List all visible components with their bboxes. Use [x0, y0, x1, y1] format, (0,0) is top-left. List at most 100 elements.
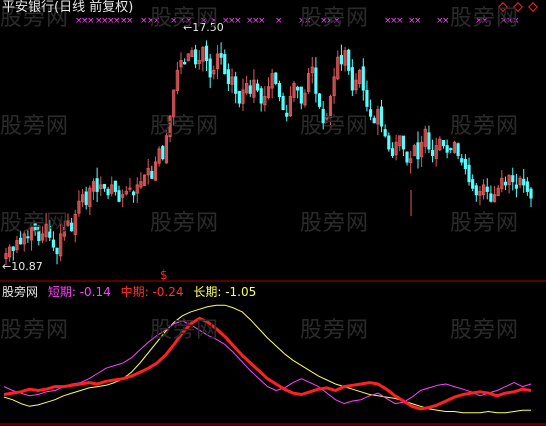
candle-body [339, 55, 344, 65]
candle-body [485, 186, 489, 192]
signal-marker: × [304, 16, 312, 26]
candle-body [281, 95, 285, 111]
candle-body [84, 191, 88, 206]
candle-body [372, 117, 376, 124]
candle-body [441, 140, 446, 147]
signal-marker: × [442, 16, 450, 26]
candle-body [204, 45, 209, 62]
candle-body [48, 225, 52, 238]
signal-marker: × [234, 16, 242, 26]
candle-body [285, 112, 289, 117]
candle-body [113, 180, 117, 192]
short-term-line [3, 320, 532, 405]
candle-body [277, 83, 282, 98]
candle-body [226, 69, 230, 84]
signal-marker: × [333, 16, 341, 26]
candle-body [55, 247, 59, 255]
diamond-icon [528, 2, 538, 12]
candle-body [489, 193, 493, 202]
candle-body [95, 178, 99, 192]
candle-body [117, 190, 121, 202]
candle-body [259, 88, 263, 104]
signal-marker: × [87, 16, 95, 26]
candle-body [514, 184, 519, 189]
candle-body [18, 237, 23, 245]
candle-body [274, 72, 278, 84]
candle-body [416, 142, 420, 160]
candle-body [132, 191, 136, 196]
short-term-label: 短期: -0.14 [47, 285, 111, 299]
candle-body [383, 129, 387, 137]
signal-marker: × [200, 16, 208, 26]
candle-body [427, 132, 431, 150]
candle-body [106, 188, 110, 196]
chart-title: 平安银行(日线 前复权) [2, 0, 134, 15]
candle-body [467, 164, 471, 183]
candle-body [299, 86, 303, 104]
candle-body [237, 90, 241, 104]
candle-body [430, 150, 435, 156]
candle-body [234, 76, 238, 94]
candle-body [128, 187, 132, 190]
candle-body [219, 53, 223, 58]
signal-marker: × [275, 16, 283, 26]
candle-body [401, 135, 405, 150]
candle-body [51, 239, 55, 248]
candle-body [150, 170, 154, 179]
candle-body [522, 178, 526, 186]
signal-marker: × [170, 16, 178, 26]
candle-body [390, 148, 395, 156]
candle-body [317, 93, 322, 107]
signal-marker: × [512, 16, 520, 26]
candle-body [449, 148, 453, 151]
candle-body [161, 146, 165, 160]
chart-window: ←17.50 ←10.87 × × × × × × × × × × × × × × × × × × × × × × × × × × × ×… [0, 0, 546, 426]
chart-canvas: ←17.50←10.87××× ×××× ×× × ×× × × × × × ××× ××× × ×× ××… [0, 2, 546, 425]
candle-body [37, 226, 41, 242]
candle-body [463, 158, 467, 170]
candle-body [102, 183, 107, 189]
candle-body [26, 236, 30, 239]
candle-body [314, 67, 318, 94]
long-term-label: 长期: -1.05 [193, 285, 257, 299]
candle-body [361, 66, 365, 91]
candle-body [529, 188, 533, 199]
candle-body [456, 143, 460, 156]
signal-marker: × [153, 16, 161, 26]
candle-body [471, 179, 475, 189]
candle-body [387, 135, 391, 150]
candle-body [405, 151, 409, 163]
signal-marker: × [481, 16, 489, 26]
candle-body [248, 85, 252, 94]
diamond-icon [498, 2, 508, 12]
candle-body [183, 61, 187, 65]
mid-term-label: 中期: -0.24 [120, 285, 184, 299]
candle-body [255, 83, 260, 91]
candle-body [460, 158, 464, 163]
candle-body [474, 185, 478, 196]
indicator-bar: 股旁网 短期: -0.14 中期: -0.24 长期: -1.05 [2, 285, 256, 299]
candle-body [347, 49, 351, 71]
min-price-label: ←10.87 [2, 260, 43, 273]
signal-marker: × [258, 16, 266, 26]
signal-marker: × [396, 16, 404, 26]
candle-body [223, 54, 227, 75]
indicator-name: 股旁网 [2, 285, 39, 299]
signal-marker: × [126, 16, 134, 26]
signal-marker: × [210, 16, 218, 26]
candle-body [321, 108, 325, 124]
dollar-marker: $ [160, 268, 168, 282]
candle-body [193, 49, 198, 65]
candle-body [445, 145, 449, 153]
candle-body [368, 109, 373, 117]
signal-marker: × [185, 16, 193, 26]
candle-body [365, 89, 369, 107]
candle-body [33, 223, 37, 232]
candle-body [379, 106, 384, 127]
candle-body [11, 246, 15, 251]
diamond-icon [513, 2, 523, 12]
mid-term-line [3, 316, 532, 411]
candle-body [511, 175, 515, 183]
candle-body [208, 58, 212, 78]
candle-body [350, 67, 354, 91]
